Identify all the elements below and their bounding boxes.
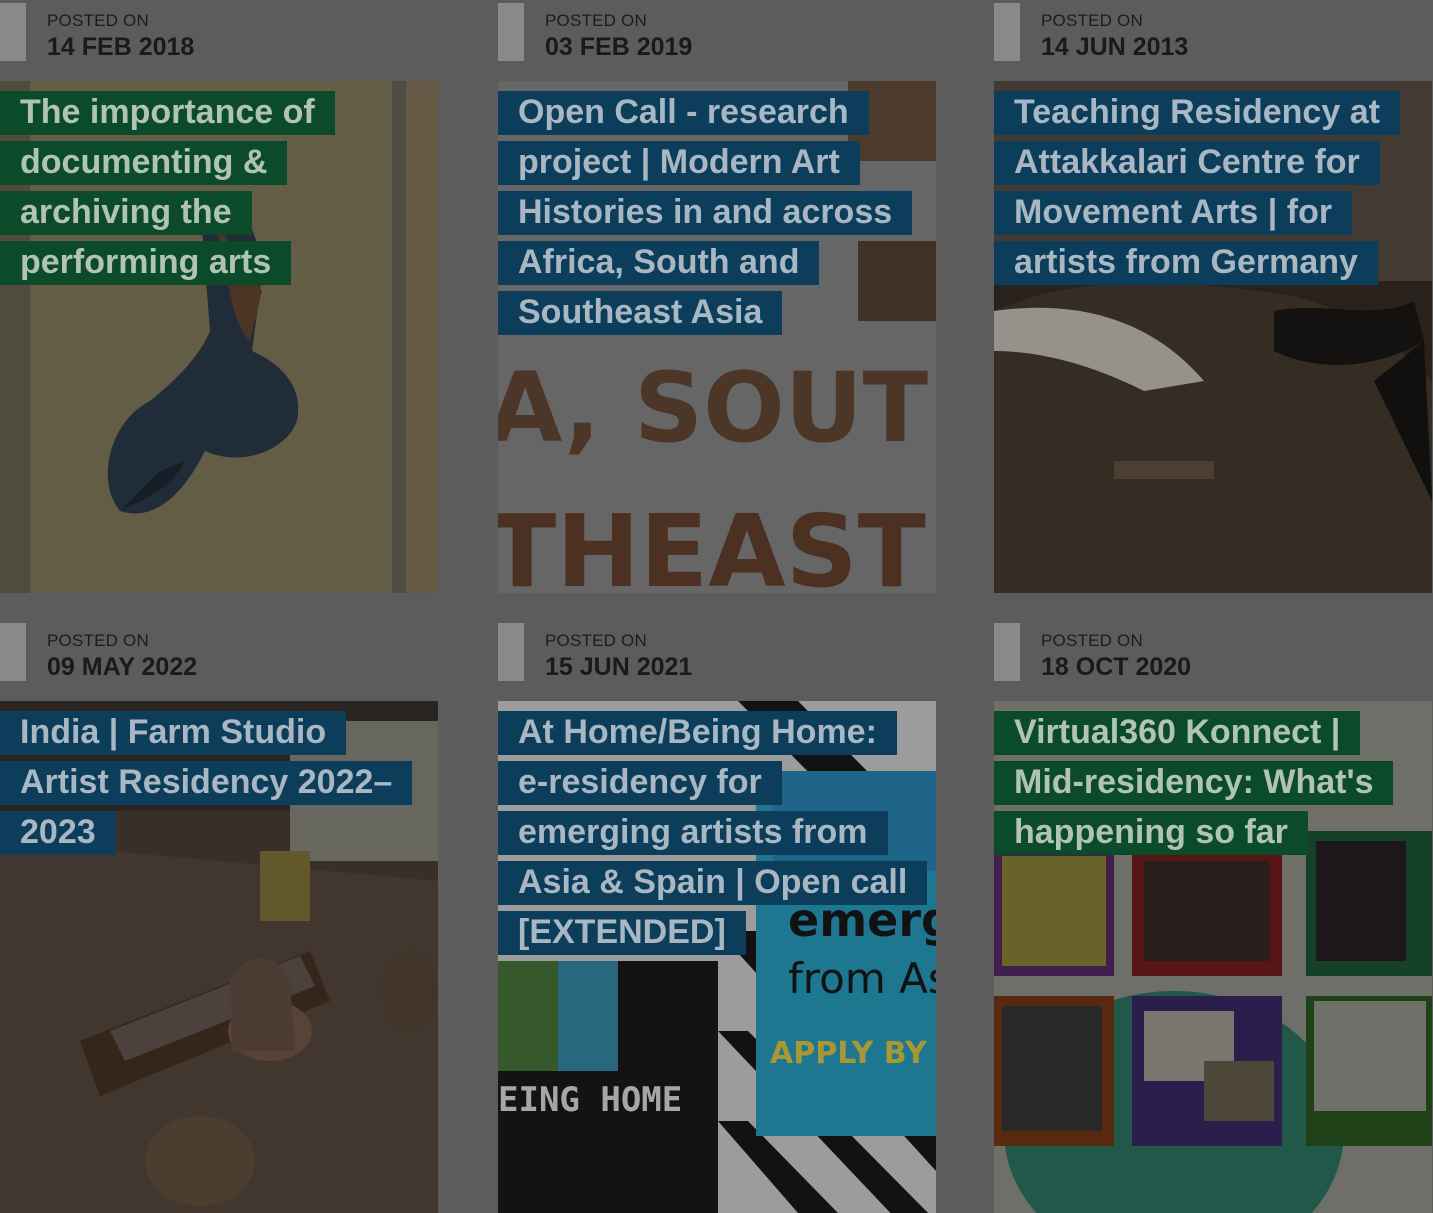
post-date: 09 MAY 2022 xyxy=(47,653,198,681)
post-date: 03 FEB 2019 xyxy=(545,33,693,61)
posted-on-label: POSTED ON xyxy=(1041,631,1143,650)
post-meta: POSTED ON 03 FEB 2019 xyxy=(498,0,936,81)
post-title[interactable]: At Home/Being Home: e-residency for emer… xyxy=(498,707,928,957)
post-thumbnail[interactable]: The importance of documenting & archivin… xyxy=(0,81,438,593)
posted-on-label: POSTED ON xyxy=(1041,11,1143,30)
post-thumbnail[interactable]: A, SOUT THEAST Open Call - research proj… xyxy=(498,81,936,593)
post-meta: POSTED ON 09 MAY 2022 xyxy=(0,620,438,701)
posted-on-label: POSTED ON xyxy=(545,11,647,30)
post-date: 14 FEB 2018 xyxy=(47,33,195,61)
post-title[interactable]: Open Call - research project | Modern Ar… xyxy=(498,87,913,337)
post-meta: POSTED ON 14 FEB 2018 xyxy=(0,0,438,81)
date-accent-bar xyxy=(498,623,524,681)
post-card[interactable]: POSTED ON 15 JUN 2021 EING HOME emergi f… xyxy=(498,620,936,1213)
posted-on-label: POSTED ON xyxy=(545,631,647,650)
post-thumbnail[interactable]: Teaching Residency at Attakkalari Centre… xyxy=(994,81,1432,593)
date-accent-bar xyxy=(0,623,26,681)
post-date: 15 JUN 2021 xyxy=(545,653,693,681)
post-meta: POSTED ON 15 JUN 2021 xyxy=(498,620,936,701)
post-title[interactable]: Teaching Residency at Attakkalari Centre… xyxy=(994,87,1404,287)
post-date: 18 OCT 2020 xyxy=(1041,653,1192,681)
post-title-text[interactable]: The importance of documenting & archivin… xyxy=(0,91,335,285)
post-thumbnail[interactable]: India | Farm Studio Artist Residency 202… xyxy=(0,701,438,1213)
post-title-text[interactable]: Open Call - research project | Modern Ar… xyxy=(498,91,913,335)
post-title-text[interactable]: At Home/Being Home: e-residency for emer… xyxy=(498,711,928,955)
post-card[interactable]: POSTED ON 18 OCT 2020 Virtual360 Konnect… xyxy=(994,620,1432,1213)
posted-on-label: POSTED ON xyxy=(47,631,149,650)
post-date: 14 JUN 2013 xyxy=(1041,33,1189,61)
post-card[interactable]: POSTED ON 14 FEB 2018 The importance of … xyxy=(0,0,438,593)
post-title-text[interactable]: India | Farm Studio Artist Residency 202… xyxy=(0,711,413,855)
post-thumbnail[interactable]: EING HOME emergi from Asi APPLY BY 1 At … xyxy=(498,701,936,1213)
post-title[interactable]: India | Farm Studio Artist Residency 202… xyxy=(0,707,413,857)
post-meta: POSTED ON 18 OCT 2020 xyxy=(994,620,1432,701)
post-title-text[interactable]: Virtual360 Konnect | Mid-residency: What… xyxy=(994,711,1394,855)
post-meta: POSTED ON 14 JUN 2013 xyxy=(994,0,1432,81)
post-title[interactable]: The importance of documenting & archivin… xyxy=(0,87,410,287)
date-accent-bar xyxy=(0,3,26,61)
posted-on-label: POSTED ON xyxy=(47,11,149,30)
post-thumbnail[interactable]: Virtual360 Konnect | Mid-residency: What… xyxy=(994,701,1432,1213)
date-accent-bar xyxy=(994,3,1020,61)
post-card[interactable]: POSTED ON 09 MAY 2022 India | Farm Studi… xyxy=(0,620,438,1213)
post-title[interactable]: Virtual360 Konnect | Mid-residency: What… xyxy=(994,707,1404,857)
post-card[interactable]: POSTED ON 14 JUN 2013 Teaching Residency… xyxy=(994,0,1432,593)
date-accent-bar xyxy=(498,3,524,61)
post-title-text[interactable]: Teaching Residency at Attakkalari Centre… xyxy=(994,91,1400,285)
post-card[interactable]: POSTED ON 03 FEB 2019 A, SOUT THEAST Ope… xyxy=(498,0,936,593)
date-accent-bar xyxy=(994,623,1020,681)
